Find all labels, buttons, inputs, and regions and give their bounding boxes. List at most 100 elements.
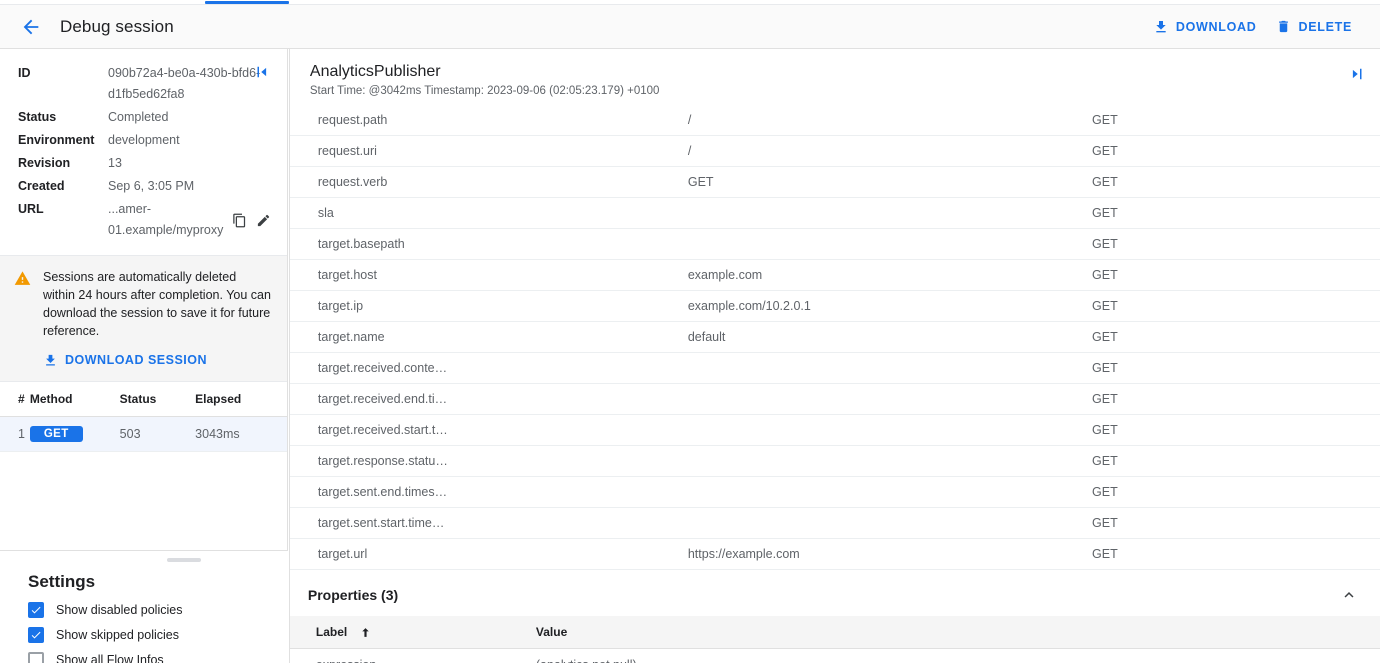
cell-method: GET bbox=[30, 417, 120, 452]
cell-variable-verb: GET bbox=[1086, 322, 1380, 353]
sort-asc-icon bbox=[359, 626, 372, 639]
cell-variable-value: example.com/10.2.0.1 bbox=[682, 291, 1086, 322]
table-row[interactable]: target.received.end.ti… GET bbox=[290, 384, 1380, 415]
table-row[interactable]: target.sent.end.times… GET bbox=[290, 477, 1380, 508]
checkbox-unchecked-icon[interactable] bbox=[28, 652, 44, 663]
detail-value: 13 bbox=[108, 153, 271, 174]
table-header-row: # Method Status Elapsed bbox=[0, 382, 287, 417]
table-row[interactable]: target.name default GET bbox=[290, 322, 1380, 353]
cell-variable-name: target.ip bbox=[290, 291, 682, 322]
detail-label: ID bbox=[18, 63, 108, 105]
sort-asc-icon-wrap[interactable] bbox=[359, 626, 372, 639]
back-button[interactable] bbox=[18, 14, 44, 40]
detail-label: Revision bbox=[18, 153, 108, 174]
delete-button-label: DELETE bbox=[1298, 20, 1352, 34]
setting-label: Show disabled policies bbox=[56, 603, 182, 617]
detail-row-id: ID 090b72a4-be0a-430b-bfd6-d1fb5ed62fa8 bbox=[18, 63, 271, 105]
main-body: ID 090b72a4-be0a-430b-bfd6-d1fb5ed62fa8 … bbox=[0, 49, 1380, 663]
table-row[interactable]: expression (analytics not null) bbox=[290, 649, 1380, 663]
table-row[interactable]: target.host example.com GET bbox=[290, 260, 1380, 291]
table-row[interactable]: target.received.start.t… GET bbox=[290, 415, 1380, 446]
properties-table: Label Value expression (anal bbox=[290, 616, 1380, 663]
cell-variable-value: GET bbox=[682, 167, 1086, 198]
table-row[interactable]: request.path / GET bbox=[290, 105, 1380, 136]
download-session-button[interactable]: DOWNLOAD SESSION bbox=[43, 351, 271, 369]
details-panel: AnalyticsPublisher Start Time: @3042ms T… bbox=[290, 49, 1380, 663]
requests-table-head: # Method Status Elapsed bbox=[0, 382, 287, 417]
table-row[interactable]: target.sent.start.time… GET bbox=[290, 508, 1380, 539]
collapse-left-panel-button[interactable] bbox=[253, 63, 271, 81]
expand-right-icon bbox=[1348, 65, 1366, 83]
checkbox-checked-icon[interactable] bbox=[28, 602, 44, 618]
delete-button[interactable]: DELETE bbox=[1266, 13, 1362, 40]
drawer-drag-handle[interactable] bbox=[167, 558, 201, 562]
detail-label: URL bbox=[18, 199, 108, 241]
table-row[interactable]: target.url https://example.com GET bbox=[290, 539, 1380, 570]
auto-delete-warning: Sessions are automatically deleted withi… bbox=[0, 255, 287, 382]
column-header-value[interactable]: Value bbox=[530, 616, 1380, 649]
detail-row-created: Created Sep 6, 3:05 PM bbox=[18, 176, 271, 197]
cell-variable-name: request.path bbox=[290, 105, 682, 136]
cell-num: 1 bbox=[0, 417, 30, 452]
page-header: Debug session DOWNLOAD DELETE bbox=[0, 5, 1380, 49]
table-row[interactable]: 1 GET 503 3043ms bbox=[0, 417, 287, 452]
table-row[interactable]: target.response.statu… GET bbox=[290, 446, 1380, 477]
active-tab-underline bbox=[205, 1, 289, 4]
cell-variable-name: target.name bbox=[290, 322, 682, 353]
cell-variable-name: target.sent.start.time… bbox=[290, 508, 682, 539]
details-title: AnalyticsPublisher bbox=[310, 63, 1360, 81]
table-row[interactable]: sla GET bbox=[290, 198, 1380, 229]
cell-variable-value bbox=[682, 477, 1086, 508]
requests-table-body: 1 GET 503 3043ms bbox=[0, 417, 287, 452]
cell-variable-value: / bbox=[682, 136, 1086, 167]
properties-table-body: expression (analytics not null) expressi… bbox=[290, 649, 1380, 663]
cell-variable-value bbox=[682, 353, 1086, 384]
column-header-method[interactable]: Method bbox=[30, 382, 120, 417]
properties-section-header[interactable]: Properties (3) bbox=[290, 570, 1380, 616]
cell-variable-verb: GET bbox=[1086, 229, 1380, 260]
details-panel-header: AnalyticsPublisher Start Time: @3042ms T… bbox=[290, 49, 1380, 105]
detail-row-url: URL ...amer-01.example/myproxy bbox=[18, 199, 271, 241]
properties-heading: Properties (3) bbox=[308, 587, 398, 603]
cell-variable-verb: GET bbox=[1086, 446, 1380, 477]
copy-url-button[interactable] bbox=[232, 213, 247, 228]
expand-right-panel-button[interactable] bbox=[1348, 65, 1366, 83]
cell-variable-verb: GET bbox=[1086, 353, 1380, 384]
edit-url-button[interactable] bbox=[256, 213, 271, 228]
table-row[interactable]: target.received.conte… GET bbox=[290, 353, 1380, 384]
column-header-num[interactable]: # bbox=[0, 382, 30, 417]
detail-value: Sep 6, 3:05 PM bbox=[108, 176, 271, 197]
left-panel: ID 090b72a4-be0a-430b-bfd6-d1fb5ed62fa8 … bbox=[0, 49, 288, 663]
check-icon bbox=[30, 604, 42, 616]
collapse-properties-button[interactable] bbox=[1340, 586, 1358, 604]
cell-variable-verb: GET bbox=[1086, 136, 1380, 167]
column-header-status[interactable]: Status bbox=[120, 382, 196, 417]
detail-value: 090b72a4-be0a-430b-bfd6-d1fb5ed62fa8 bbox=[108, 63, 271, 105]
cell-variable-verb: GET bbox=[1086, 105, 1380, 136]
cell-variable-name: target.sent.end.times… bbox=[290, 477, 682, 508]
detail-value: development bbox=[108, 130, 271, 151]
checkbox-checked-icon[interactable] bbox=[28, 627, 44, 643]
variables-table-body: request.path / GET request.uri / GET req… bbox=[290, 105, 1380, 570]
warn-icon-wrap bbox=[14, 268, 31, 369]
table-row[interactable]: request.verb GET GET bbox=[290, 167, 1380, 198]
cell-variable-name: target.received.end.ti… bbox=[290, 384, 682, 415]
download-button[interactable]: DOWNLOAD bbox=[1143, 13, 1267, 41]
column-header-elapsed[interactable]: Elapsed bbox=[195, 382, 287, 417]
cell-variable-value bbox=[682, 508, 1086, 539]
cell-variable-verb: GET bbox=[1086, 477, 1380, 508]
detail-label: Status bbox=[18, 107, 108, 128]
download-icon bbox=[1153, 19, 1169, 35]
cell-status: 503 bbox=[120, 417, 196, 452]
table-row[interactable]: target.basepath GET bbox=[290, 229, 1380, 260]
cell-variable-value bbox=[682, 415, 1086, 446]
cell-variable-name: target.host bbox=[290, 260, 682, 291]
column-header-label[interactable]: Label bbox=[290, 616, 530, 649]
cell-variable-name: target.response.statu… bbox=[290, 446, 682, 477]
cell-variable-name: target.basepath bbox=[290, 229, 682, 260]
detail-label: Environment bbox=[18, 130, 108, 151]
cell-variable-value: / bbox=[682, 105, 1086, 136]
table-row[interactable]: request.uri / GET bbox=[290, 136, 1380, 167]
cell-variable-value bbox=[682, 384, 1086, 415]
table-row[interactable]: target.ip example.com/10.2.0.1 GET bbox=[290, 291, 1380, 322]
